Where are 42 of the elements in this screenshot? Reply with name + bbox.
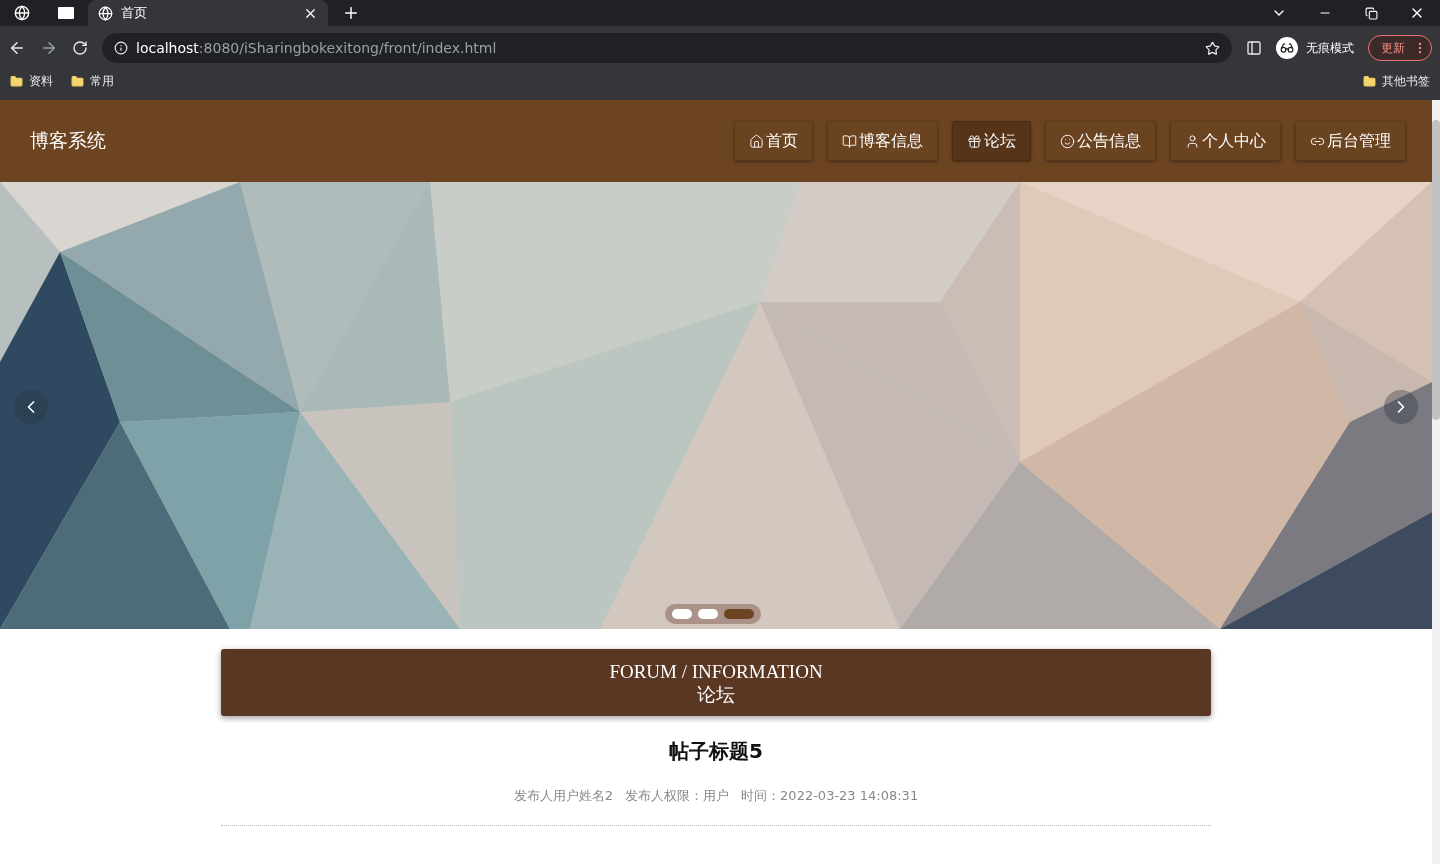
url-path: :8080/iSharingbokexitong/front/index.html xyxy=(198,40,497,56)
address-field[interactable]: localhost:8080/iSharingbokexitong/front/index.html xyxy=(102,33,1232,63)
bookmark[interactable]: 资料 xyxy=(29,72,53,90)
nav-button[interactable]: 后台管理 xyxy=(1295,121,1406,161)
person-icon xyxy=(1185,133,1200,149)
nav-button[interactable]: 首页 xyxy=(734,121,813,161)
section-english-title: FORUM / INFORMATION xyxy=(609,659,823,683)
info-icon[interactable] xyxy=(114,41,128,55)
incognito-icon[interactable] xyxy=(1276,37,1298,59)
reload-icon[interactable] xyxy=(72,40,88,56)
bookmark[interactable]: 常用 xyxy=(90,72,114,90)
nav-button[interactable]: 个人中心 xyxy=(1170,121,1281,161)
post-meta: 时间：2022-03-23 14:08:31 xyxy=(741,787,919,805)
update-button[interactable]: 更新 xyxy=(1368,35,1432,61)
gift-icon xyxy=(967,133,982,149)
post-title: 帖子标题5 xyxy=(669,738,763,765)
folder-icon xyxy=(10,74,23,88)
tab-title: 首页 xyxy=(121,4,148,22)
post-meta: 发布人权限：用户 xyxy=(625,787,730,805)
nav-button[interactable]: 公告信息 xyxy=(1045,121,1156,161)
other-bookmarks[interactable]: 其他书签 xyxy=(1382,72,1430,90)
profile-label: 无痕模式 xyxy=(1306,39,1354,57)
smiley-icon xyxy=(1060,133,1075,149)
scrollbar-thumb[interactable] xyxy=(1432,120,1440,420)
next-arrow-button[interactable] xyxy=(1384,390,1418,424)
star-icon[interactable] xyxy=(1205,40,1220,56)
scrollbar-track[interactable] xyxy=(1432,100,1440,864)
browser-tab[interactable]: 首页 xyxy=(88,0,328,26)
folder-icon xyxy=(71,74,84,88)
post-meta: 发布人用户姓名2 xyxy=(513,787,614,805)
folder-icon xyxy=(1363,74,1376,88)
nav-button[interactable]: 论坛 xyxy=(952,121,1031,161)
side-panel-icon[interactable] xyxy=(1246,40,1262,56)
back-icon[interactable] xyxy=(8,39,26,57)
site-title: 博客系统 xyxy=(30,128,107,153)
house-icon xyxy=(749,133,764,149)
forward-icon[interactable] xyxy=(40,39,58,57)
section-chinese-title: 论坛 xyxy=(697,682,735,706)
globe-icon xyxy=(98,5,113,21)
nav-button[interactable]: 博客信息 xyxy=(827,121,938,161)
book-icon xyxy=(842,133,857,149)
url-host: localhost xyxy=(136,40,199,56)
